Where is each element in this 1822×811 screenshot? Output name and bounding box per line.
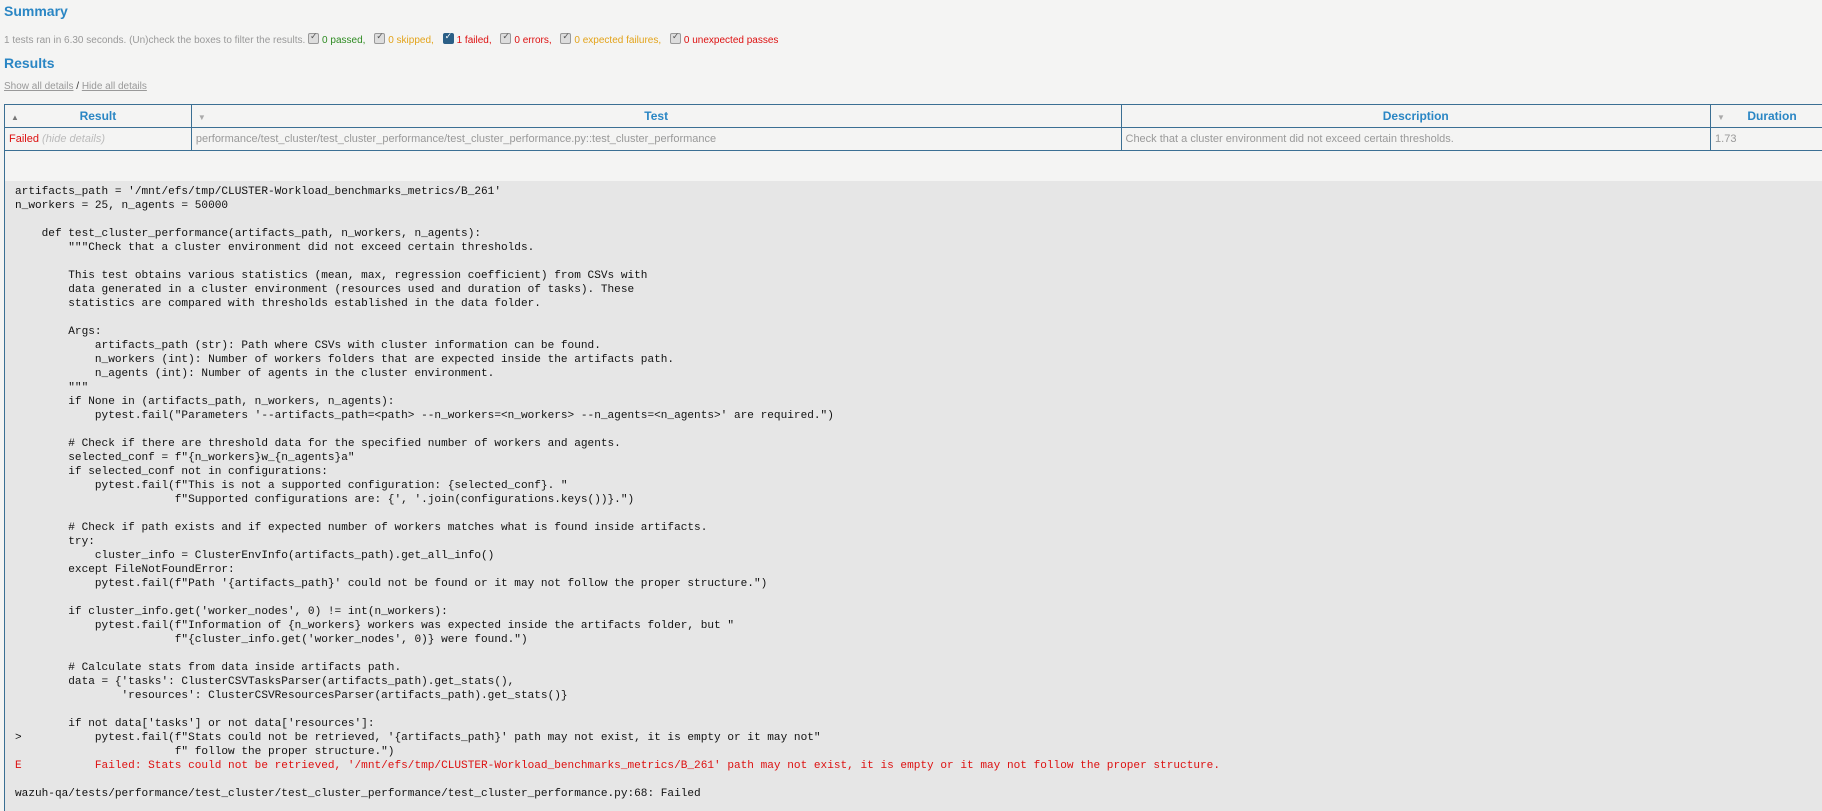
run-text: 1 tests ran in 6.30 seconds. (Un)check t… xyxy=(4,35,305,46)
log-line: # Calculate stats from data inside artif… xyxy=(15,662,401,674)
xfail-checkbox[interactable] xyxy=(560,33,571,44)
details-links: Show all details / Hide all details xyxy=(4,81,147,92)
log-line: 'resources': ClusterCSVResourcesParser(a… xyxy=(15,690,568,702)
log-line: pytest.fail(f"Information of {n_workers}… xyxy=(15,620,734,632)
results-header-row: ▲ Result ▼ Test Description ▼ Duration xyxy=(5,105,1822,128)
xpass-count: 0 unexpected passes xyxy=(684,35,779,46)
column-header-description[interactable]: Description xyxy=(1121,105,1711,128)
log-line: """ xyxy=(15,382,88,394)
summary-heading: Summary xyxy=(4,3,68,19)
test-name-cell: performance/test_cluster/test_cluster_pe… xyxy=(191,128,1121,151)
errors-count: 0 errors, xyxy=(514,35,551,46)
passed-count: 0 passed, xyxy=(322,35,365,46)
log-line: wazuh-qa/tests/performance/test_cluster/… xyxy=(15,788,701,800)
show-all-details-link[interactable]: Show all details xyxy=(4,81,73,92)
sort-asc-icon: ▲ xyxy=(11,113,19,122)
column-header-duration-label: Duration xyxy=(1747,109,1796,123)
log-line: statistics are compared with thresholds … xyxy=(15,298,541,310)
log-line: artifacts_path = '/mnt/efs/tmp/CLUSTER-W… xyxy=(15,186,501,198)
log-line: if cluster_info.get('worker_nodes', 0) !… xyxy=(15,606,448,618)
log-line: artifacts_path (str): Path where CSVs wi… xyxy=(15,340,601,352)
log-line: """Check that a cluster environment did … xyxy=(15,242,534,254)
hide-all-details-link[interactable]: Hide all details xyxy=(82,81,147,92)
result-status: Failed xyxy=(9,133,39,145)
failed-checkbox[interactable] xyxy=(443,33,454,44)
log-line: data = {'tasks': ClusterCSVTasksParser(a… xyxy=(15,676,514,688)
log-line: # Check if path exists and if expected n… xyxy=(15,522,707,534)
log-line: n_agents (int): Number of agents in the … xyxy=(15,368,494,380)
duration-cell: 1.73 xyxy=(1711,128,1822,151)
sort-icon: ▼ xyxy=(1717,113,1725,122)
log-line: Args: xyxy=(15,326,102,338)
extra-details-row: artifacts_path = '/mnt/efs/tmp/CLUSTER-W… xyxy=(4,151,1822,811)
skipped-count: 0 skipped, xyxy=(388,35,434,46)
xfail-count: 0 expected failures, xyxy=(574,35,661,46)
results-heading: Results xyxy=(4,55,55,71)
details-separator: / xyxy=(76,81,79,92)
hide-details-link[interactable]: (hide details) xyxy=(42,133,105,145)
log-line: f"{cluster_info.get('worker_nodes', 0)} … xyxy=(15,634,528,646)
errors-checkbox[interactable] xyxy=(500,33,511,44)
column-header-test-label: Test xyxy=(644,109,668,123)
log-line: if None in (artifacts_path, n_workers, n… xyxy=(15,396,394,408)
log-line: pytest.fail(f"Path '{artifacts_path}' co… xyxy=(15,578,767,590)
sort-icon: ▼ xyxy=(198,113,206,122)
log-output: artifacts_path = '/mnt/efs/tmp/CLUSTER-W… xyxy=(5,181,1822,811)
summary-line: 1 tests ran in 6.30 seconds. (Un)check t… xyxy=(4,33,784,46)
log-line: n_workers = 25, n_agents = 50000 xyxy=(15,200,228,212)
log-line: f"Supported configurations are: {', '.jo… xyxy=(15,494,634,506)
log-line: pytest.fail("Parameters '--artifacts_pat… xyxy=(15,410,834,422)
log-line: cluster_info = ClusterEnvInfo(artifacts_… xyxy=(15,550,494,562)
table-row: Failed (hide details) performance/test_c… xyxy=(5,128,1822,151)
skipped-checkbox[interactable] xyxy=(374,33,385,44)
log-line: This test obtains various statistics (me… xyxy=(15,270,647,282)
log-line: try: xyxy=(15,536,95,548)
log-line: n_workers (int): Number of workers folde… xyxy=(15,354,674,366)
log-line: f" follow the proper structure.") xyxy=(15,746,394,758)
log-line: selected_conf = f"{n_workers}w_{n_agents… xyxy=(15,452,355,464)
failed-count: 1 failed, xyxy=(457,35,492,46)
log-line: # Check if there are threshold data for … xyxy=(15,438,621,450)
log-line: data generated in a cluster environment … xyxy=(15,284,634,296)
column-header-description-label: Description xyxy=(1383,109,1449,123)
log-line: except FileNotFoundError: xyxy=(15,564,235,576)
log-text: artifacts_path = '/mnt/efs/tmp/CLUSTER-W… xyxy=(5,181,1822,801)
column-header-result-label: Result xyxy=(80,109,117,123)
description-cell: Check that a cluster environment did not… xyxy=(1121,128,1711,151)
passed-checkbox[interactable] xyxy=(308,33,319,44)
result-cell: Failed (hide details) xyxy=(5,128,192,151)
column-header-test[interactable]: ▼ Test xyxy=(191,105,1121,128)
log-line: > pytest.fail(f"Stats could not be retri… xyxy=(15,732,821,744)
log-line: if selected_conf not in configurations: xyxy=(15,466,328,478)
log-line: E Failed: Stats could not be retrieved, … xyxy=(15,760,1220,772)
column-header-result[interactable]: ▲ Result xyxy=(5,105,192,128)
log-line: def test_cluster_performance(artifacts_p… xyxy=(15,228,481,240)
log-line: pytest.fail(f"This is not a supported co… xyxy=(15,480,568,492)
results-table: ▲ Result ▼ Test Description ▼ Duration F… xyxy=(4,104,1822,151)
column-header-duration[interactable]: ▼ Duration xyxy=(1711,105,1822,128)
log-line: if not data['tasks'] or not data['resour… xyxy=(15,718,375,730)
xpass-checkbox[interactable] xyxy=(670,33,681,44)
